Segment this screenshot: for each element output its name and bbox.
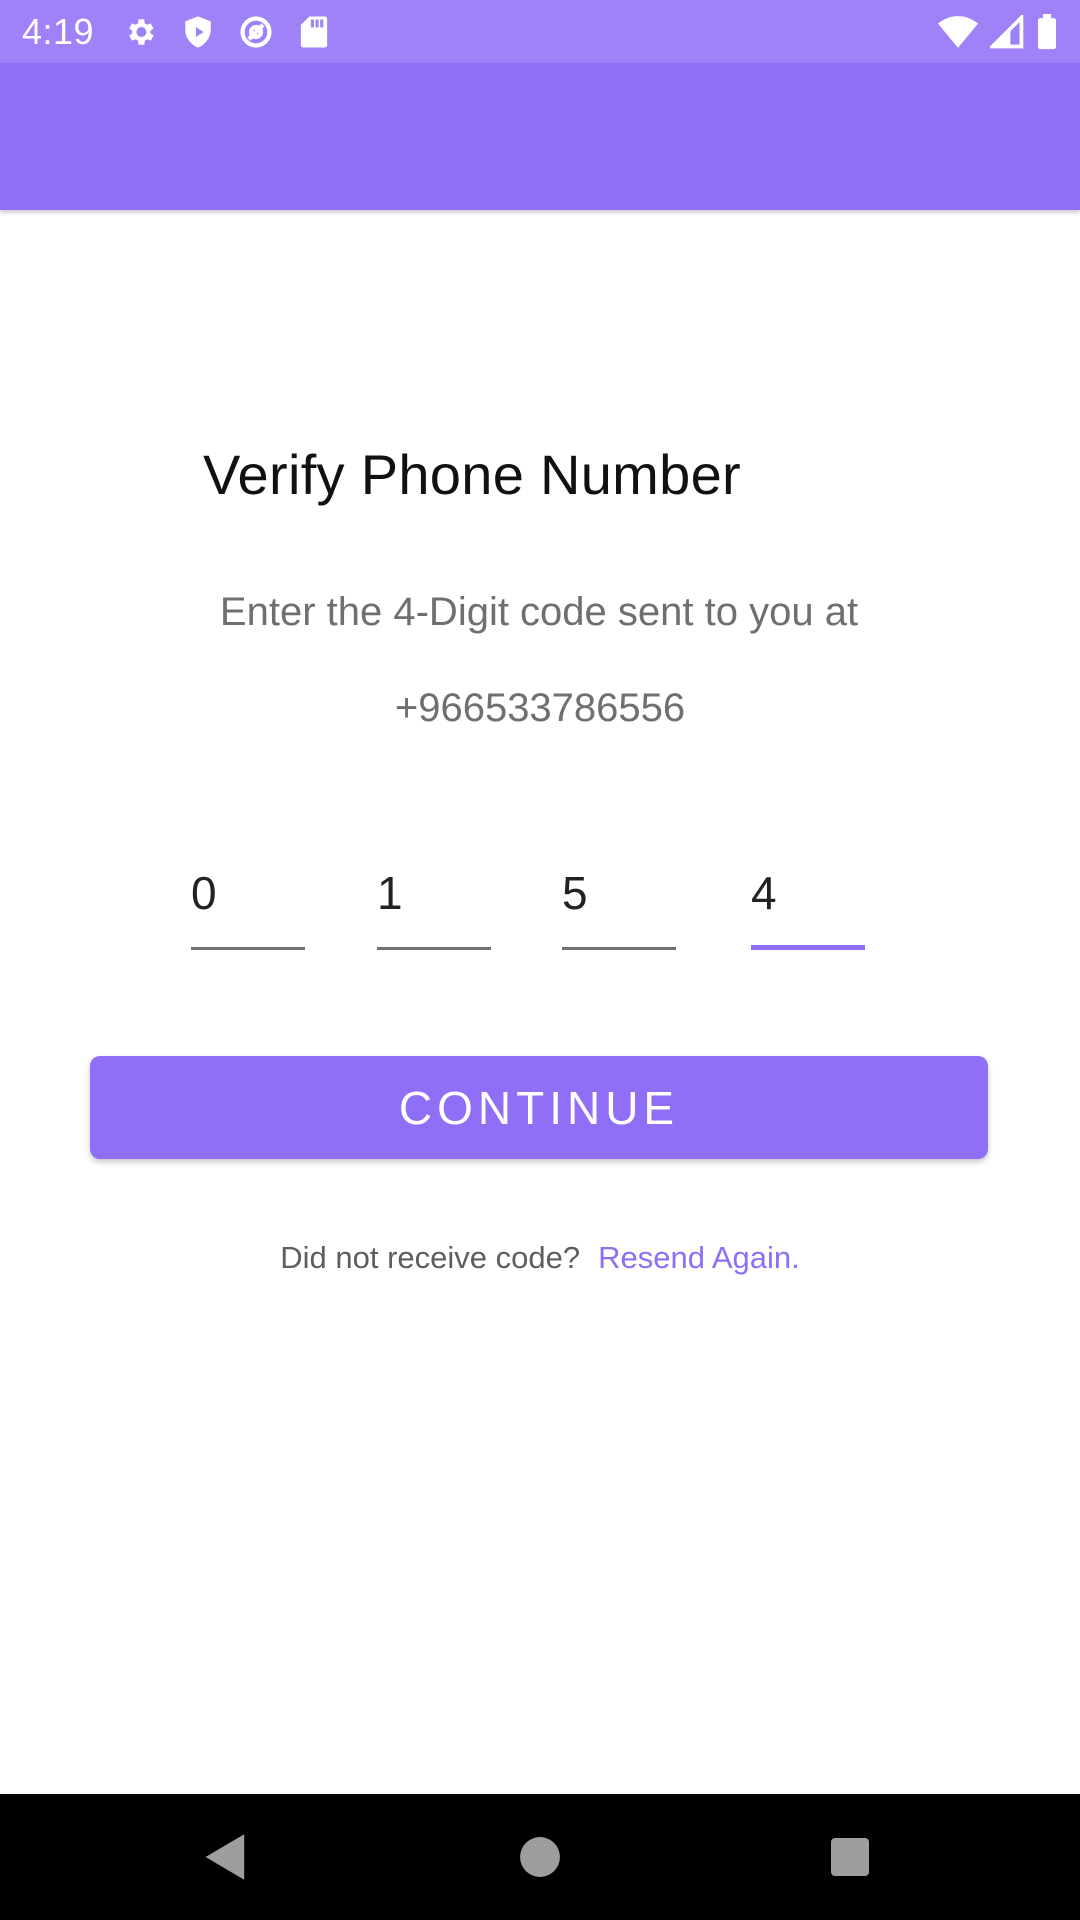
code-instruction-text: Enter the 4-Digit code sent to you at — [219, 590, 859, 634]
otp-digit-2-value: 1 — [377, 867, 403, 919]
otp-digit-4-field[interactable]: 4 — [751, 860, 865, 950]
otp-input-group: 0 1 5 4 — [0, 860, 1080, 956]
status-icons-left — [122, 14, 332, 50]
otp-digit-3-value: 5 — [562, 867, 588, 919]
system-nav-bar — [0, 1794, 1080, 1920]
otp-digit-2-field[interactable]: 1 — [377, 860, 491, 950]
continue-button[interactable]: CONTINUE — [90, 1056, 988, 1159]
status-time: 4:19 — [22, 10, 95, 52]
wifi-icon — [938, 15, 978, 48]
at-sign-icon — [238, 14, 274, 50]
battery-icon — [1036, 13, 1058, 50]
status-bar: 4:19 — [0, 0, 1080, 63]
resend-again-link[interactable]: Resend Again. — [598, 1240, 800, 1275]
status-icons-right — [938, 13, 1058, 50]
resend-prompt: Did not receive code? — [280, 1240, 581, 1275]
sd-card-icon — [296, 14, 332, 50]
otp-digit-4-value: 4 — [751, 867, 777, 919]
home-icon[interactable] — [510, 1827, 570, 1887]
app-bar — [0, 63, 1080, 210]
otp-digit-3-field[interactable]: 5 — [562, 860, 676, 950]
phone-number: +966533786556 — [394, 686, 686, 730]
recents-icon[interactable] — [820, 1827, 880, 1887]
otp-digit-1-field[interactable]: 0 — [191, 860, 305, 950]
resend-row: Did not receive code? Resend Again. — [0, 1240, 1080, 1276]
back-icon[interactable] — [196, 1827, 256, 1887]
code-instruction: Enter the 4-Digit code sent to you at — [0, 590, 1080, 635]
page-title: Verify Phone Number — [203, 443, 741, 506]
continue-button-label: CONTINUE — [398, 1081, 680, 1134]
gear-icon — [122, 14, 158, 50]
verify-phone-screen: 4:19 Verify Phone Number Enter the 4-Dig… — [0, 0, 1080, 1920]
cell-signal-icon — [990, 14, 1024, 49]
shield-icon — [180, 14, 216, 50]
otp-digit-1-value: 0 — [191, 867, 217, 919]
